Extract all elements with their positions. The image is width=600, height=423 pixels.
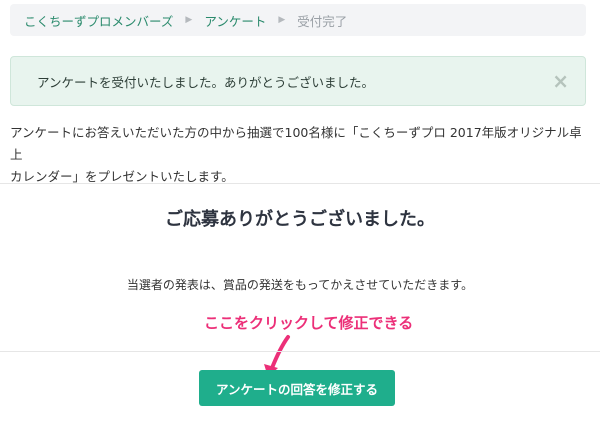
success-alert: アンケートを受付いたしました。ありがとうございました。 × — [10, 56, 586, 106]
divider — [0, 183, 600, 184]
divider — [0, 351, 600, 352]
winner-notice: 当選者の発表は、賞品の発送をもってかえさせていただきます。 — [126, 278, 474, 292]
campaign-description-line-2: カレンダー」をプレゼントいたします。 — [10, 169, 234, 184]
thanks-heading: ご応募ありがとうございました。 — [165, 209, 435, 230]
edit-answers-button[interactable]: アンケートの回答を修正する — [199, 370, 395, 406]
breadcrumb-item-survey[interactable]: アンケート — [204, 11, 266, 30]
breadcrumb: こくちーずプロメンバーズ ▶ アンケート ▶ 受付完了 — [10, 4, 586, 36]
alert-message: アンケートを受付いたしました。ありがとうございました。 — [37, 74, 375, 90]
breadcrumb-item-complete: 受付完了 — [297, 13, 348, 29]
chevron-right-icon: ▶ — [278, 15, 286, 25]
campaign-description-line-1: アンケートにお答えいただいた方の中から抽選で100名様に「こくちーずプロ 201… — [10, 125, 582, 162]
campaign-description: アンケートにお答えいただいた方の中から抽選で100名様に「こくちーずプロ 201… — [10, 122, 590, 188]
chevron-right-icon: ▶ — [185, 15, 193, 25]
breadcrumb-item-members[interactable]: こくちーずプロメンバーズ — [24, 11, 173, 30]
close-icon[interactable]: × — [552, 71, 569, 91]
annotation-text: ここをクリックして修正できる — [204, 314, 414, 332]
